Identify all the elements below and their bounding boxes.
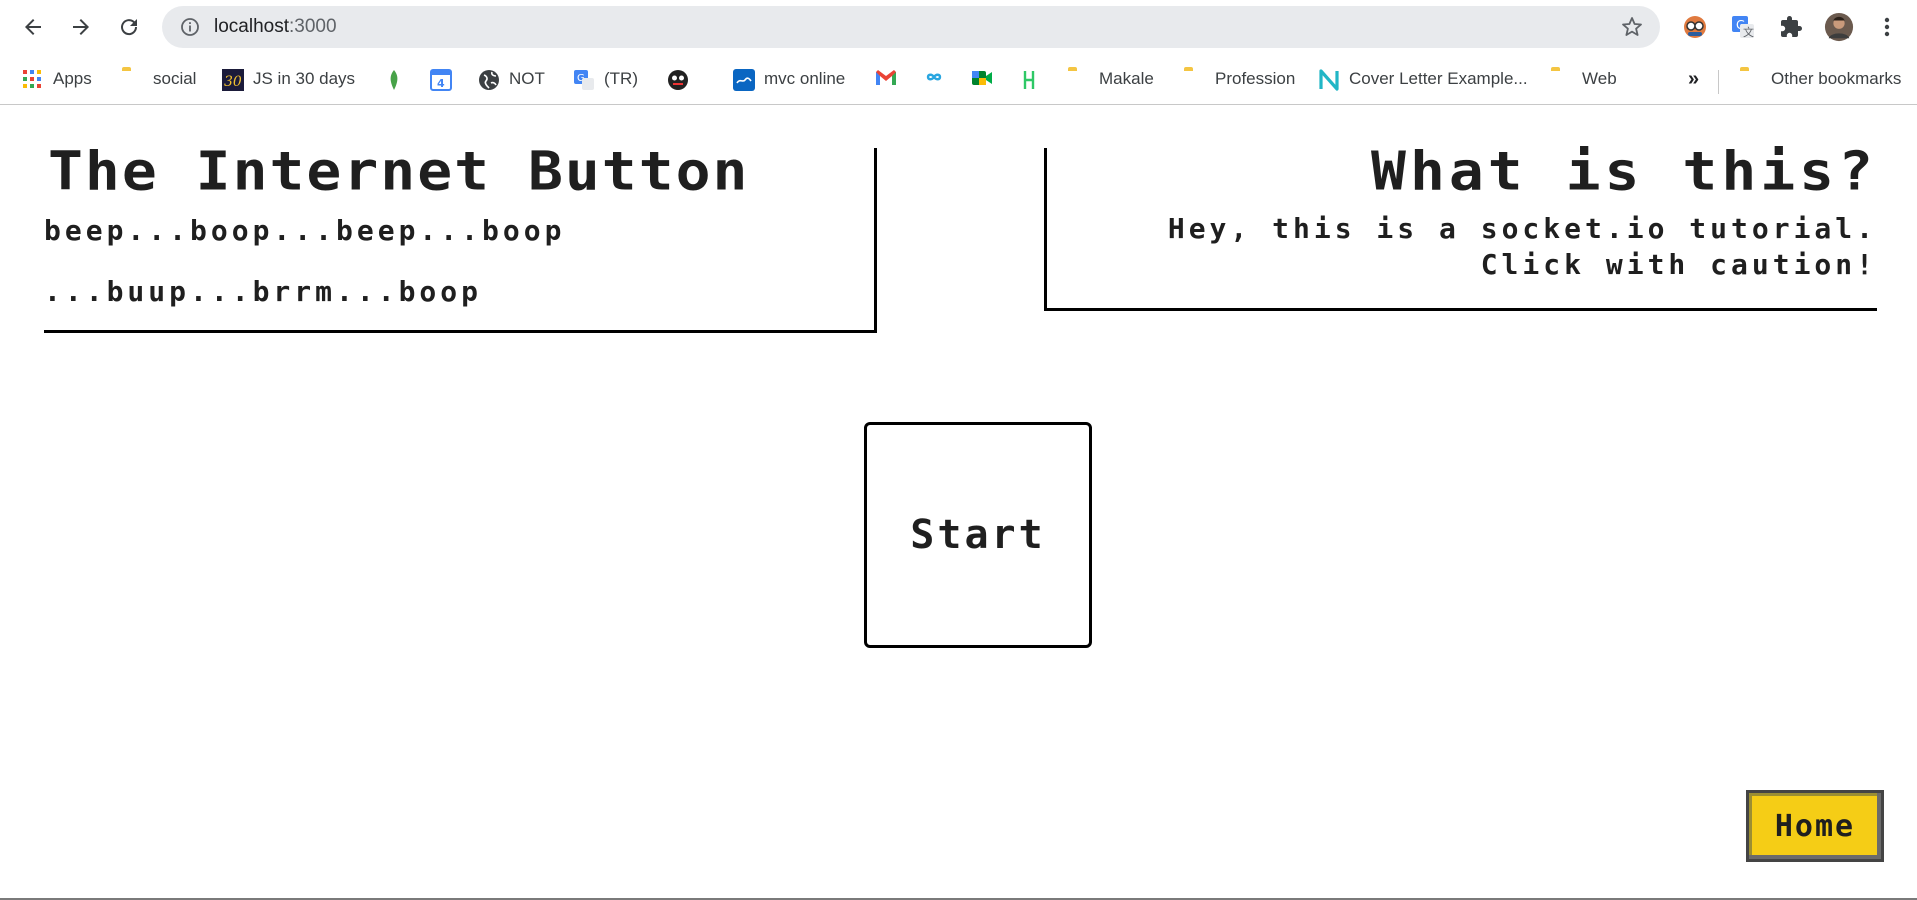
url-host: localhost [214, 16, 289, 37]
novoresume-icon [1318, 69, 1339, 91]
hackerrank-icon [1022, 69, 1042, 89]
bookmark-label: Profession [1215, 69, 1296, 88]
bookmark-hackerrank[interactable] [1022, 66, 1053, 92]
gmail-icon [875, 69, 896, 89]
svg-text:30: 30 [224, 74, 242, 90]
folder-icon [1551, 69, 1571, 89]
about-text-line-2: Click with caution! [1480, 248, 1877, 281]
mvc-icon [733, 69, 755, 91]
overflow-chevron-icon: » [1688, 67, 1700, 90]
bookmark-not[interactable]: NOT [478, 66, 545, 92]
bookmark-label: (TR) [604, 69, 638, 88]
infinity-icon [923, 69, 943, 89]
bookmark-spirited[interactable] [667, 66, 698, 92]
forward-arrow-icon[interactable] [64, 10, 98, 44]
bookmark-apps[interactable]: Apps [22, 66, 92, 92]
tagline-line-2: ...buup...brrm...boop [44, 275, 483, 308]
info-icon[interactable] [180, 17, 200, 42]
folder-icon [1184, 69, 1204, 89]
url-text: localhost:3000 [214, 16, 337, 38]
tagline-line-1: beep...boop...beep...boop [44, 214, 566, 247]
bookmark-mongodb[interactable] [384, 66, 415, 92]
bookmark-label: mvc online [764, 69, 846, 88]
bookmark-meet[interactable] [971, 66, 1002, 92]
leaf-icon [384, 69, 404, 90]
back-arrow-icon[interactable] [16, 10, 50, 44]
bookmark-label: Makale [1099, 69, 1154, 88]
about-panel: What is this? Hey, this is a socket.io t… [1044, 140, 1877, 311]
address-bar[interactable]: localhost:3000 [162, 6, 1660, 48]
about-text-line-1: Hey, this is a socket.io tutorial. [1167, 212, 1877, 245]
bookmark-cover-letter[interactable]: Cover Letter Example... [1318, 66, 1528, 92]
bookmark-label: NOT [509, 69, 545, 88]
apps-grid-icon [22, 69, 42, 89]
bookmark-web[interactable]: Web [1551, 66, 1617, 92]
url-port: :3000 [289, 16, 337, 37]
puzzle-icon[interactable] [1776, 12, 1806, 42]
translate-icon[interactable]: G文 [1728, 12, 1758, 42]
bookmark-other[interactable]: Other bookmarks [1740, 66, 1901, 92]
bookmark-profession[interactable]: Profession [1184, 66, 1295, 92]
svg-text:4: 4 [437, 77, 445, 90]
bookmark-label: social [153, 69, 197, 88]
bookmark-translate-tr[interactable]: G (TR) [573, 66, 638, 92]
video-call-icon [971, 69, 992, 89]
kebab-menu-icon[interactable] [1872, 12, 1902, 42]
bookmark-label: Other bookmarks [1771, 69, 1902, 88]
bookmark-gmail[interactable] [875, 66, 906, 92]
star-icon[interactable] [1620, 15, 1644, 44]
mascot-icon [667, 69, 688, 90]
page-title: The Internet Button [48, 140, 750, 203]
folder-icon [1740, 69, 1760, 89]
bookmark-js30[interactable]: 30 JS in 30 days [222, 66, 355, 92]
svg-text:文: 文 [1743, 25, 1754, 39]
bookmark-mvc-online[interactable]: mvc online [733, 66, 845, 92]
profile-avatar[interactable] [1824, 12, 1854, 42]
reload-icon[interactable] [112, 10, 146, 44]
calendar-icon: 4 [430, 69, 452, 91]
globe-icon [478, 69, 499, 90]
bookmarks-separator [1718, 70, 1719, 94]
extension-icon[interactable] [1680, 12, 1710, 42]
bookmark-label: Web [1582, 69, 1617, 88]
folder-icon [1068, 69, 1088, 89]
start-button[interactable]: Start [864, 422, 1092, 648]
bookmark-label: Apps [53, 69, 92, 88]
bookmark-label: Cover Letter Example... [1349, 69, 1528, 88]
bookmark-makale[interactable]: Makale [1068, 66, 1154, 92]
home-button[interactable]: Home [1746, 790, 1884, 862]
translate-icon: G [573, 69, 594, 90]
browser-toolbar: localhost:3000 G文 [0, 0, 1917, 54]
bookmark-label: JS in 30 days [253, 69, 356, 88]
bookmark-infinity[interactable] [923, 66, 954, 92]
bookmark-social[interactable]: social [122, 66, 196, 92]
js30-icon: 30 [222, 69, 244, 91]
intro-panel: The Internet Button beep...boop...beep..… [44, 140, 877, 333]
folder-icon [122, 69, 142, 89]
bookmarks-overflow-button[interactable]: » [1688, 66, 1699, 92]
bookmarks-bar: Apps social 30 JS in 30 days 4 NOT G (TR… [0, 54, 1917, 105]
about-title: What is this? [1371, 140, 1877, 203]
bookmark-calendar[interactable]: 4 [430, 66, 461, 92]
